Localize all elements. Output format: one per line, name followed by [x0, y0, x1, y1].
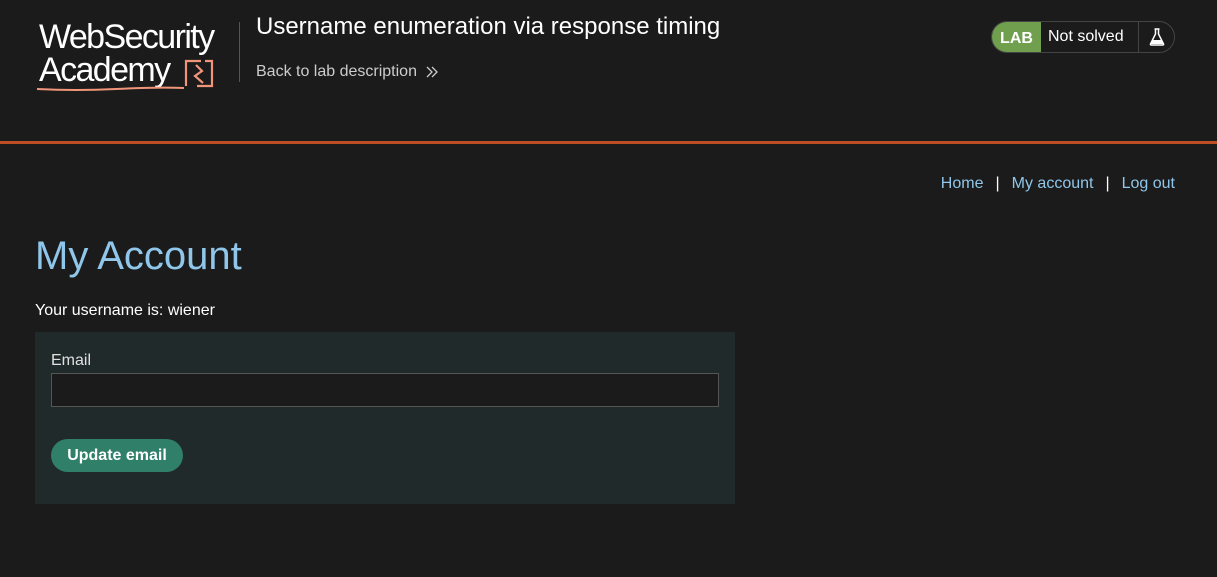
nav-log-out-link[interactable]: Log out: [1122, 175, 1175, 193]
email-input[interactable]: [51, 373, 719, 407]
lab-status-flask: [1139, 22, 1174, 52]
username-text: Your username is: wiener: [35, 302, 215, 319]
nav-home-link[interactable]: Home: [941, 175, 984, 193]
lab-badge: LAB: [992, 22, 1041, 52]
nav-my-account-link[interactable]: My account: [1012, 175, 1094, 193]
nav-separator: |: [995, 175, 1000, 192]
lab-status-text: Not solved: [1041, 22, 1139, 52]
header-divider: [239, 22, 240, 82]
web-security-academy-logo[interactable]: WebSecurity Academy: [36, 18, 236, 92]
email-label: Email: [51, 352, 92, 369]
academy-logo-icon: [184, 59, 214, 88]
page-title: My Account: [35, 234, 242, 278]
logo-text-line1: WebSecurity: [39, 18, 215, 56]
back-to-lab-description-link[interactable]: Back to lab description: [256, 63, 439, 81]
account-nav: Home | My account | Log out: [941, 175, 1175, 193]
lab-status-widget: LAB Not solved: [991, 21, 1175, 53]
header-accent-rule: [0, 141, 1217, 144]
flask-icon: [1149, 28, 1164, 46]
double-chevron-right-icon: [426, 66, 438, 78]
change-email-form: Email Update email: [35, 332, 735, 504]
logo-underline-icon: [36, 86, 185, 91]
lab-header: WebSecurity Academy Username enumeration…: [0, 0, 1217, 141]
back-link-label: Back to lab description: [256, 63, 417, 80]
update-email-button[interactable]: Update email: [51, 439, 183, 472]
logo-text-line2: Academy: [39, 51, 171, 89]
lab-title: Username enumeration via response timing: [256, 13, 721, 40]
nav-separator: |: [1105, 175, 1110, 192]
